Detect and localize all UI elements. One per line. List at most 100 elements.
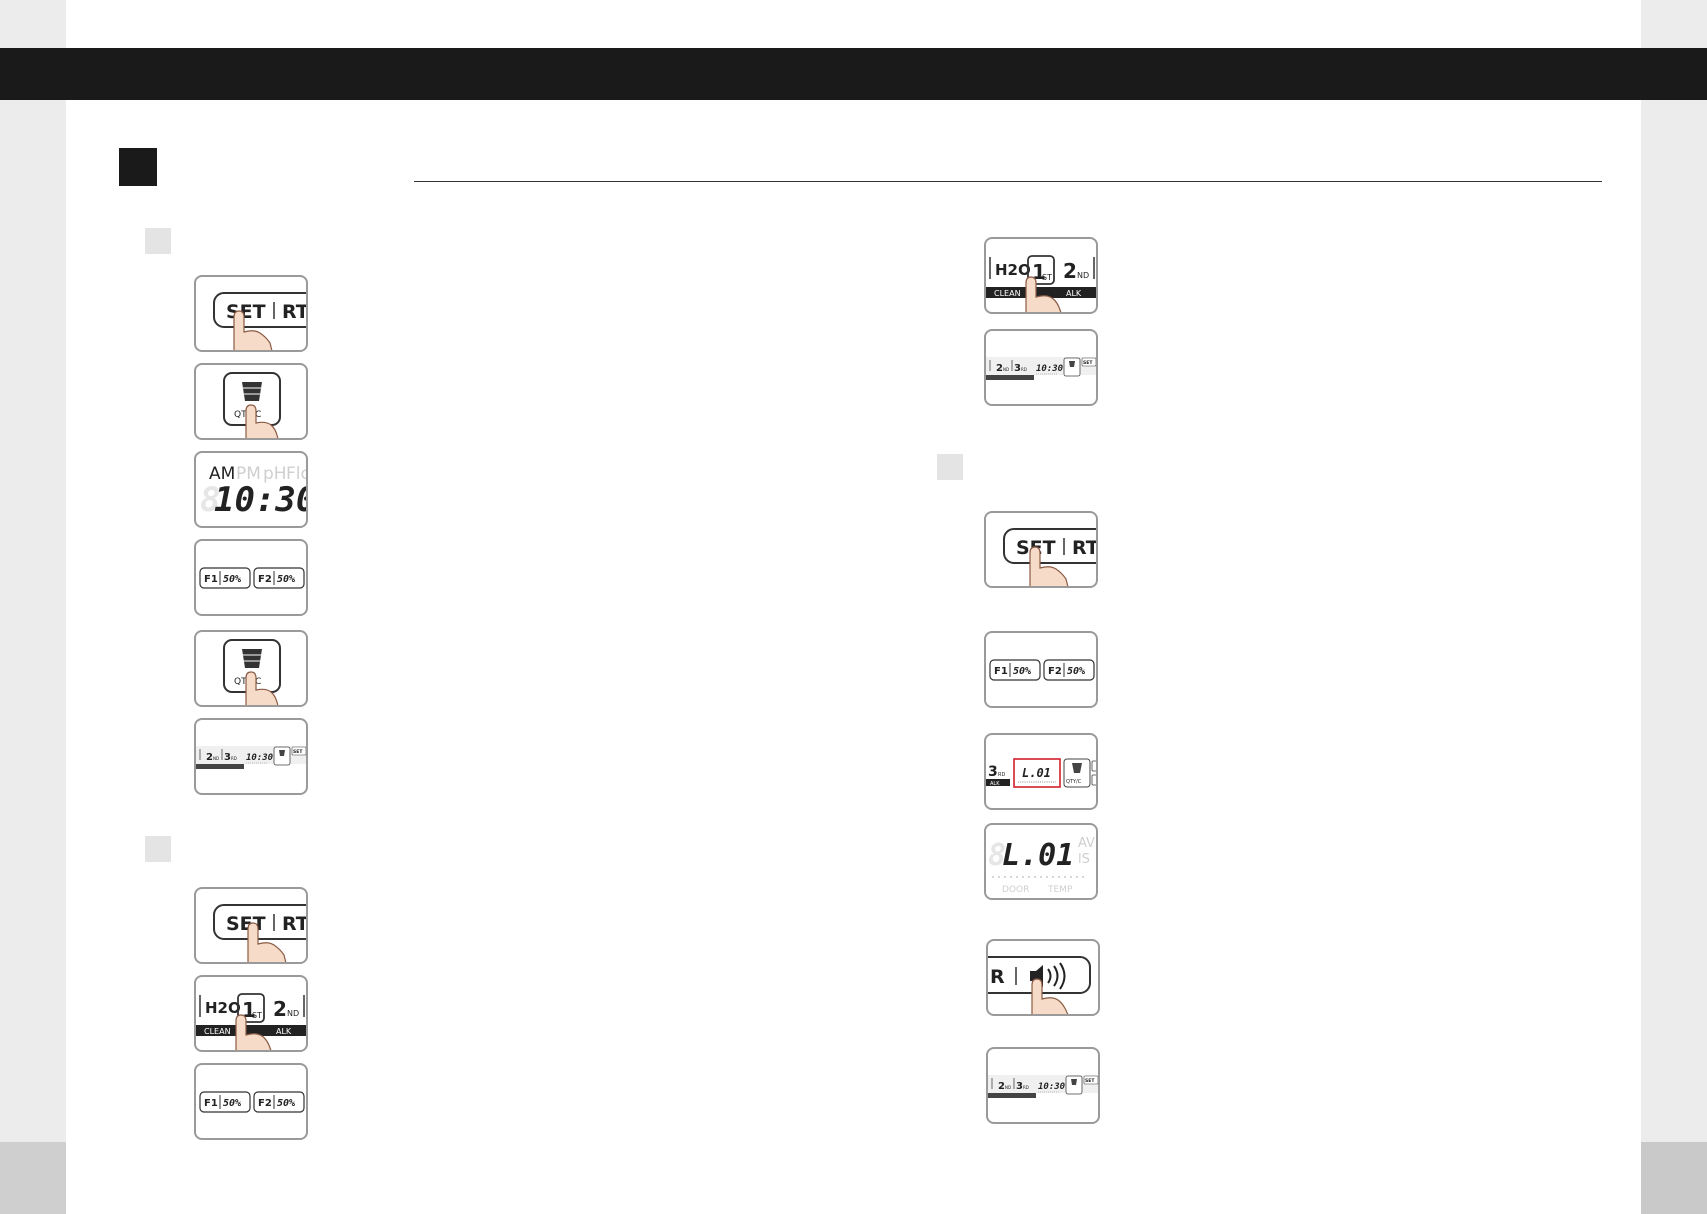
step-marker-a — [145, 228, 171, 254]
f1-value: 50% — [223, 574, 241, 585]
qty-text: QTY/C — [1066, 779, 1082, 785]
svg-text:AV: AV — [1078, 836, 1095, 851]
third-text: 3 — [224, 752, 231, 763]
set-text: SET — [293, 749, 303, 755]
finger-icon — [247, 922, 287, 962]
second-sub-text: ND — [1077, 271, 1089, 280]
clean-label: CLEAN — [204, 1027, 231, 1036]
step-marker-b — [145, 836, 171, 862]
control-illustration: SET RT — [1003, 528, 1096, 586]
control-illustration: 2 ND 3 RD 10:30 SET — [986, 357, 1096, 380]
panel-press-set: SET RT — [194, 275, 308, 352]
f1-value-text: 50% — [223, 1098, 241, 1109]
set-text: SET — [1083, 360, 1093, 366]
svg-text:lS: lS — [1078, 852, 1090, 867]
h2o-text: H2O — [995, 261, 1031, 279]
f2-label: F2 — [258, 574, 272, 585]
second-sub-text: ND — [1003, 367, 1009, 372]
panel-clock-display: AM PM pH Flow 8 10:30 — [194, 451, 308, 528]
second-sub-text: ND — [287, 1009, 299, 1018]
f1-text: F1 — [204, 1098, 218, 1109]
panel-filter-display: F1 50% F2 50% — [194, 539, 308, 616]
panel-filter-display-c: F1 50% F2 50% — [984, 631, 1098, 708]
panel-press-qty: QTY/C — [194, 363, 308, 440]
cup-icon — [1071, 1079, 1077, 1085]
third-text: 3 — [988, 764, 998, 780]
panel-press-first-r: H2O 1 ST 2 ND CLEAN ALK — [984, 237, 1098, 314]
left-margin — [0, 0, 66, 1214]
cup-icon — [242, 649, 262, 668]
control-illustration: R — [988, 956, 1091, 1014]
third-sub-text: RD — [998, 772, 1005, 778]
f1-text: F1 — [994, 666, 1008, 677]
cup-icon — [279, 750, 285, 756]
second-sub-text: ND — [213, 756, 219, 761]
f1-value-text: 50% — [1013, 666, 1031, 677]
f2-value: 50% — [277, 574, 295, 585]
panel-press-qty-2: QTY/C — [194, 630, 308, 707]
first-sub-text: ST — [1042, 273, 1052, 282]
first-sub-text: ST — [252, 1011, 262, 1020]
cup-icon — [242, 382, 262, 401]
control-illustration: 3 RD ALK L.01 QTY/C — [986, 758, 1096, 788]
temp-label: TEMP — [1047, 885, 1073, 895]
clean-text: CLEAN — [994, 289, 1021, 298]
h2o-label: H2O — [205, 999, 241, 1017]
f2-text: F2 — [1048, 666, 1062, 677]
panel-code-display: 8 L.01 AV lS DOOR TEMP — [984, 823, 1098, 900]
door-label: DOOR — [1002, 885, 1029, 895]
second-text: 2 — [996, 363, 1003, 374]
code-text: L.01 — [1022, 766, 1051, 780]
set-label: SET — [226, 301, 266, 323]
control-illustration: 2 ND 3 RD 10:30 SET — [988, 1075, 1098, 1098]
control-illustration: F1 50% F2 50% — [989, 659, 1095, 681]
right-margin — [1641, 0, 1707, 1214]
third-sub-text: RD — [1023, 1085, 1029, 1090]
panel-press-set-c: SET RT — [984, 511, 1098, 588]
left-footer-block — [0, 1142, 66, 1214]
panel-home-display: 2 ND 3 RD 10:30 SET — [194, 718, 308, 795]
f1-label: F1 — [204, 574, 218, 585]
control-illustration: H2O 1 ST 2 ND CLEAN ALK — [986, 255, 1096, 312]
second-text: 2 — [998, 1081, 1005, 1092]
panel-press-sound: R — [986, 939, 1100, 1016]
right-footer-block — [1641, 1142, 1707, 1214]
second-text: 2 — [1063, 259, 1077, 283]
panel-home-display-c: 2 ND 3 RD 10:30 SET — [986, 1047, 1100, 1124]
set-button-illustration: SET RT — [213, 292, 306, 350]
second-sub-text: ND — [1005, 1085, 1011, 1090]
panel-code-highlight: 3 RD ALK L.01 QTY/C — [984, 733, 1098, 810]
control-illustration: QTY/C — [223, 639, 281, 705]
alk-label: ALK — [276, 1027, 292, 1036]
time-text: 10:30 — [1036, 364, 1064, 374]
control-illustration: F1 50% F2 50% — [199, 567, 305, 589]
f2-value-text: 50% — [1067, 666, 1085, 677]
third-text: 3 — [1014, 363, 1021, 374]
title-rule — [414, 181, 1602, 182]
panel-home-display-r: 2 ND 3 RD 10:30 SET — [984, 329, 1098, 406]
control-illustration: SET RT — [213, 904, 306, 962]
clock-readout: 10:30 — [214, 480, 306, 520]
rt-text: RT — [1072, 537, 1096, 559]
mini-control-panel: 2 ND 3 RD 10:30 SET — [196, 746, 306, 769]
section-marker — [119, 148, 157, 186]
finger-icon — [245, 404, 279, 438]
rt-label: RT — [282, 913, 306, 935]
control-illustration: 8 L.01 AV lS DOOR TEMP — [988, 836, 1095, 895]
step-marker-c — [937, 454, 963, 480]
finger-icon — [245, 671, 279, 705]
alk-text: ALK — [1066, 289, 1082, 298]
cup-icon — [1069, 361, 1075, 367]
header-bar — [0, 48, 1707, 100]
panel-press-first: H2O 1 ST 2 ND CLEAN ALK — [194, 975, 308, 1052]
code-text: L.01 — [1002, 838, 1074, 873]
f2-text: F2 — [258, 1098, 272, 1109]
third-sub-text: RD — [1021, 367, 1027, 372]
rt-label: RT — [282, 301, 306, 323]
control-illustration: H2O 1 ST 2 ND CLEAN ALK — [196, 993, 306, 1050]
panel-filter-display-b: F1 50% F2 50% — [194, 1063, 308, 1140]
set-text: SET — [1085, 1078, 1095, 1084]
r-label: R — [990, 966, 1005, 988]
control-illustration: AM PM pH Flow 8 10:30 — [200, 464, 306, 520]
third-text: 3 — [1016, 1081, 1023, 1092]
